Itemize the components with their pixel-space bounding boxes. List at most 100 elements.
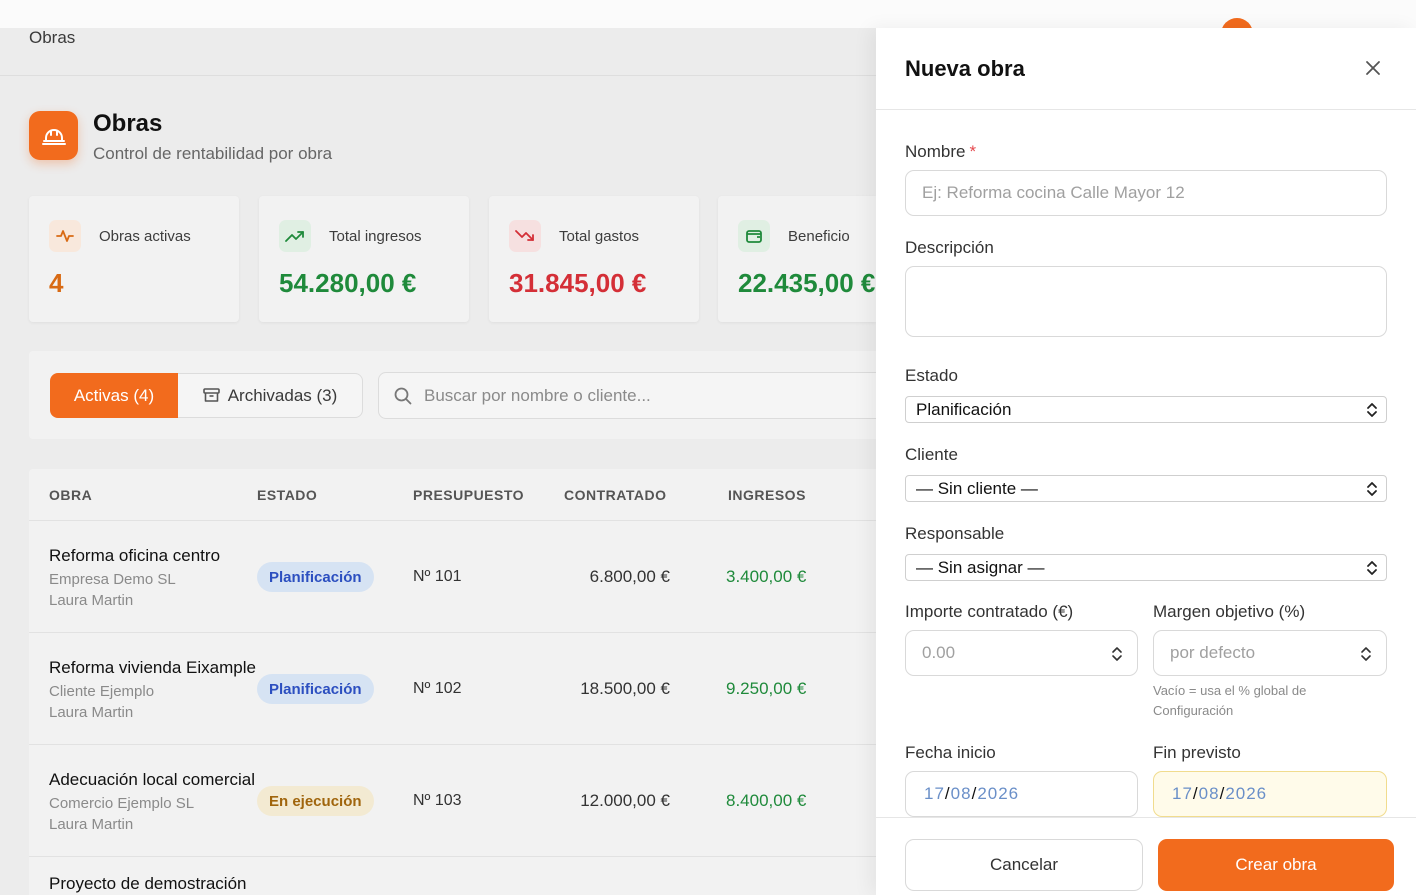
tab-activas[interactable]: Activas (4) [50, 373, 178, 418]
row-contracted: 18.500,00 € [580, 679, 670, 698]
column-header-obra[interactable]: OBRA [49, 487, 92, 503]
margin-label: Margen objetivo (%) [1153, 602, 1306, 621]
status-badge: En ejecución [257, 786, 374, 816]
row-client: Cliente Ejemplo [49, 683, 155, 700]
search-icon [394, 387, 412, 405]
status-badge: Planificación [257, 562, 374, 592]
row-title: Reforma oficina centro [49, 546, 221, 565]
end-month: 08 [1198, 784, 1220, 803]
stat-card-total-gastos: Total gastos 31.845,00 € [489, 196, 699, 322]
start-date-label: Fecha inicio [905, 743, 996, 762]
stat-value: 54.280,00 € [279, 268, 417, 298]
stat-card-beneficio: Beneficio 22.435,00 € [718, 196, 876, 322]
stat-card-total-ingresos: Total ingresos 54.280,00 € [259, 196, 469, 322]
margin-placeholder: por defecto [1170, 643, 1256, 662]
chevron-up-down-icon [1367, 561, 1377, 575]
row-contracted: 6.800,00 € [589, 567, 670, 586]
drawer-title: Nueva obra [905, 56, 1025, 81]
stepper-icon[interactable] [1111, 645, 1123, 663]
row-budget: Nº 103 [413, 792, 462, 809]
client-label: Cliente [905, 445, 958, 464]
stat-value: 22.435,00 € [738, 268, 876, 298]
amount-field[interactable]: 0.00 [905, 630, 1138, 676]
margin-help-text: Vacío = usa el % global de Configuración [1153, 683, 1307, 718]
breadcrumb-bar: Obras [0, 28, 876, 76]
responsible-select[interactable]: — Sin asignar — [905, 554, 1387, 581]
stat-value: 31.845,00 € [509, 268, 647, 298]
end-date-label: Fin previsto [1153, 743, 1241, 762]
responsible-select-value: — Sin asignar — [916, 558, 1045, 577]
tab-archivadas[interactable]: Archivadas (3) [178, 373, 363, 418]
row-client: Comercio Ejemplo SL [49, 795, 195, 812]
client-select-value: — Sin cliente — [916, 479, 1038, 498]
start-date-field[interactable]: 17/08/2026 [905, 771, 1138, 817]
name-label-text: Nombre [905, 142, 966, 161]
status-badge: Planificación [257, 674, 374, 704]
row-title: Adecuación local comercial [49, 770, 255, 789]
helmet-icon [29, 111, 78, 160]
end-date-field[interactable]: 17/08/2026 [1153, 771, 1387, 817]
end-date-value: 17/08/2026 [1172, 784, 1268, 803]
archive-icon [202, 388, 220, 402]
column-header-contratado[interactable]: CONTRATADO [564, 487, 666, 503]
amount-placeholder: 0.00 [922, 643, 956, 662]
name-placeholder: Ej: Reforma cocina Calle Mayor 12 [922, 183, 1185, 202]
stepper-icon[interactable] [1360, 645, 1372, 663]
activity-icon [49, 220, 81, 252]
wallet-icon [738, 220, 770, 252]
start-day: 17 [924, 784, 945, 803]
status-select[interactable]: Planificación [905, 396, 1387, 423]
search-input[interactable]: Buscar por nombre o cliente... [378, 372, 898, 419]
row-income: 9.250,00 € [726, 679, 807, 698]
row-responsible: Laura Martin [49, 816, 134, 833]
new-obra-drawer: Nueva obra Nombre * Ej: Reforma cocina Ca… [876, 28, 1416, 895]
margin-field[interactable]: por defecto [1153, 630, 1387, 676]
row-contracted: 12.000,00 € [580, 791, 670, 810]
stat-label: Total ingresos [329, 228, 422, 245]
stat-card-obras-activas: Obras activas 4 [29, 196, 239, 322]
cancel-button[interactable]: Cancelar [905, 839, 1143, 891]
row-client: Empresa Demo SL [49, 571, 176, 588]
row-budget: Nº 102 [413, 680, 462, 697]
stat-value: 4 [49, 268, 64, 298]
amount-label: Importe contratado (€) [905, 602, 1074, 621]
column-header-presupuesto[interactable]: PRESUPUESTO [413, 487, 524, 503]
trending-up-icon [279, 220, 311, 252]
row-income: 3.400,00 € [726, 567, 807, 586]
description-field[interactable] [905, 266, 1387, 337]
close-icon [1366, 61, 1380, 75]
chevron-up-down-icon [1367, 482, 1377, 496]
responsible-label: Responsable [905, 524, 1005, 543]
start-month: 08 [950, 784, 972, 803]
column-header-estado[interactable]: ESTADO [257, 487, 317, 503]
drawer-footer: Cancelar Crear obra [876, 817, 1416, 895]
name-label: Nombre * [905, 142, 976, 162]
stat-label: Total gastos [559, 228, 640, 245]
row-responsible: Laura Martin [49, 592, 134, 609]
row-responsible: Laura Martin [49, 704, 134, 721]
status-label: Estado [905, 366, 958, 385]
start-year: 2026 [977, 784, 1020, 803]
description-label: Descripción [905, 238, 994, 257]
required-mark: * [969, 142, 977, 161]
end-year: 2026 [1225, 784, 1268, 803]
divider [29, 744, 876, 745]
page-title: Obras [93, 110, 163, 137]
status-select-value: Planificación [916, 400, 1012, 419]
divider [29, 632, 876, 633]
divider [29, 856, 876, 857]
name-field[interactable]: Ej: Reforma cocina Calle Mayor 12 [905, 170, 1387, 216]
column-header-ingresos[interactable]: INGRESOS [728, 487, 806, 503]
row-budget: Nº 101 [413, 568, 462, 585]
page-subtitle: Control de rentabilidad por obra [93, 144, 333, 163]
breadcrumb: Obras [29, 28, 76, 47]
top-bar [0, 0, 1416, 50]
close-button[interactable] [1363, 58, 1383, 78]
end-day: 17 [1172, 784, 1193, 803]
tab-archivadas-label: Archivadas (3) [227, 385, 338, 405]
row-income: 8.400,00 € [726, 791, 807, 810]
stat-label: Obras activas [99, 228, 191, 245]
create-obra-button[interactable]: Crear obra [1158, 839, 1394, 891]
client-select[interactable]: — Sin cliente — [905, 475, 1387, 502]
chevron-up-down-icon [1367, 403, 1377, 417]
